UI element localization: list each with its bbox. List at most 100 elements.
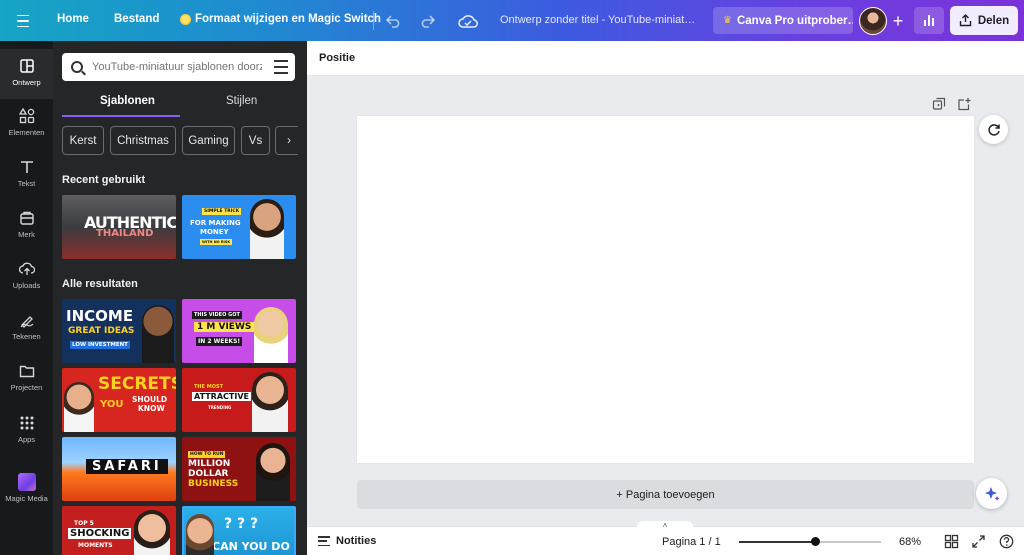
thumb-text: KNOW bbox=[138, 404, 165, 413]
person-photo bbox=[64, 382, 94, 432]
template-thumb-income[interactable]: INCOME GREAT IDEAS LOW INVESTMENT bbox=[62, 299, 176, 363]
thumb-text: HOW TO RUN bbox=[188, 451, 226, 458]
help-icon[interactable] bbox=[999, 534, 1014, 549]
search-input[interactable] bbox=[92, 61, 262, 73]
redo-icon[interactable] bbox=[416, 10, 438, 32]
grid-view-icon[interactable] bbox=[944, 534, 959, 549]
person-photo bbox=[256, 443, 290, 501]
rail-label: Apps bbox=[17, 435, 36, 444]
template-thumb-money[interactable]: SIMPLE TRICK FOR MAKING MONEY WITH NO RI… bbox=[182, 195, 296, 259]
add-page-icon[interactable] bbox=[957, 97, 971, 111]
upload-icon bbox=[18, 262, 35, 275]
thumb-text: FOR MAKING bbox=[190, 219, 241, 227]
rail-label: Merk bbox=[18, 230, 35, 239]
magic-sparkle-icon[interactable] bbox=[976, 478, 1007, 509]
rail-item-magic-media[interactable]: Magic Media bbox=[0, 465, 53, 511]
hamburger-menu-icon[interactable] bbox=[12, 10, 34, 32]
layout-icon bbox=[19, 59, 34, 73]
templates-panel: Sjablonen Stijlen Kerst Christmas Gaming… bbox=[53, 41, 307, 555]
zoom-slider[interactable] bbox=[739, 537, 881, 546]
page-indicator[interactable]: Pagina 1 / 1 bbox=[662, 536, 721, 548]
canva-pro-trial-button[interactable]: ♛ Canva Pro uitprober… bbox=[713, 7, 853, 34]
chip-kerst[interactable]: Kerst bbox=[62, 126, 104, 155]
rail-item-uploads[interactable]: Uploads bbox=[0, 252, 53, 302]
thumb-text: CAN YOU DO bbox=[212, 540, 290, 553]
thumb-text: SHOULD bbox=[132, 395, 168, 404]
rail-item-apps[interactable]: Apps bbox=[0, 406, 53, 456]
template-thumb-canyoudo[interactable]: ? ? ? CAN YOU DO bbox=[182, 506, 296, 555]
chip-gaming[interactable]: Gaming bbox=[182, 126, 235, 155]
template-thumb-views[interactable]: THIS VIDEO GOT 1 M VIEWS IN 2 WEEKS! bbox=[182, 299, 296, 363]
rail-item-elementen[interactable]: Elementen bbox=[0, 99, 53, 149]
refresh-icon[interactable] bbox=[979, 115, 1008, 144]
tab-stijlen[interactable]: Stijlen bbox=[226, 95, 257, 107]
thumb-text: INCOME bbox=[66, 307, 134, 325]
duplicate-page-icon[interactable] bbox=[932, 97, 946, 111]
thumb-text: WITH NO RISK bbox=[200, 239, 233, 245]
template-thumb-shocking[interactable]: TOP 5 SHOCKING MOMENTS bbox=[62, 506, 176, 555]
chip-christmas[interactable]: Christmas bbox=[110, 126, 176, 155]
fullscreen-icon[interactable] bbox=[971, 534, 986, 549]
suggestion-chips: Kerst Christmas Gaming Vs N › bbox=[62, 126, 298, 156]
thumb-text: SAFARI bbox=[86, 459, 168, 474]
template-thumb-safari[interactable]: SAFARI bbox=[62, 437, 176, 501]
thumb-text: LOW INVESTMENT bbox=[70, 341, 130, 349]
thumb-text: MONEY bbox=[200, 228, 229, 236]
position-button[interactable]: Positie bbox=[319, 52, 355, 64]
share-upload-icon bbox=[959, 14, 972, 27]
thumb-text: DOLLAR bbox=[188, 469, 229, 479]
undo-icon[interactable] bbox=[383, 10, 405, 32]
template-thumb-secrets[interactable]: SECRETS YOU SHOULD KNOW bbox=[62, 368, 176, 432]
home-link[interactable]: Home bbox=[57, 13, 89, 25]
template-thumb-million[interactable]: HOW TO RUN MILLION DOLLAR BUSINESS bbox=[182, 437, 296, 501]
chips-scroll-right-icon[interactable]: › bbox=[280, 133, 298, 149]
zoom-level[interactable]: 68% bbox=[899, 536, 921, 548]
magic-media-icon bbox=[17, 473, 36, 491]
thumb-text: MILLION bbox=[188, 459, 231, 469]
thumb-text: ? ? ? bbox=[224, 516, 259, 532]
shapes-icon bbox=[18, 108, 34, 124]
rail-item-ontwerp[interactable]: Ontwerp bbox=[0, 49, 53, 99]
rail-item-merk[interactable]: Merk bbox=[0, 201, 53, 251]
rail-label: Tekst bbox=[17, 179, 36, 188]
rail-item-tekst[interactable]: Tekst bbox=[0, 150, 53, 200]
notes-button[interactable]: Notities bbox=[318, 535, 376, 547]
design-page[interactable] bbox=[357, 116, 974, 463]
rail-item-tekenen[interactable]: Tekenen bbox=[0, 303, 53, 353]
thumb-text: SHOCKING bbox=[68, 528, 132, 539]
tab-sjablonen[interactable]: Sjablonen bbox=[100, 95, 155, 107]
filter-sliders-icon[interactable] bbox=[274, 60, 288, 74]
thumb-text: ATTRACTIVE bbox=[192, 392, 251, 401]
thumb-text: 1 M VIEWS bbox=[194, 322, 255, 332]
template-thumb-attractive[interactable]: THE MOST ATTRACTIVE TRENDING bbox=[182, 368, 296, 432]
star-icon bbox=[180, 13, 191, 25]
insights-chart-icon[interactable] bbox=[914, 7, 944, 34]
add-collaborator-icon[interactable]: + bbox=[887, 10, 909, 32]
panel-tabs: Sjablonen Stijlen bbox=[62, 93, 298, 117]
top-bar: Home Bestand Formaat wijzigen en Magic S… bbox=[0, 0, 1024, 41]
zoom-slider-fill bbox=[739, 541, 816, 543]
template-thumb-authentic[interactable]: AUTHENTIC THAILAND bbox=[62, 195, 176, 259]
thumb-text: MOMENTS bbox=[78, 542, 113, 549]
chip-vs[interactable]: Vs bbox=[241, 126, 270, 155]
avatar[interactable] bbox=[859, 7, 887, 35]
document-title[interactable]: Ontwerp zonder titel - YouTube-miniat… bbox=[500, 14, 696, 26]
file-menu[interactable]: Bestand bbox=[114, 13, 159, 25]
share-button[interactable]: Delen bbox=[950, 6, 1018, 35]
apps-icon bbox=[20, 416, 33, 430]
notes-label: Notities bbox=[336, 535, 377, 547]
thumb-text: YOU bbox=[100, 399, 124, 410]
rail-label: Tekenen bbox=[12, 332, 41, 341]
cloud-saved-icon[interactable] bbox=[457, 10, 479, 32]
zoom-slider-thumb[interactable] bbox=[811, 537, 821, 546]
text-icon bbox=[20, 161, 33, 173]
crown-icon: ♛ bbox=[723, 15, 732, 26]
add-page-button[interactable]: + Pagina toevoegen bbox=[357, 480, 974, 509]
thumb-text: TRENDING bbox=[208, 405, 232, 410]
thumb-text: IN 2 WEEKS! bbox=[196, 337, 243, 346]
person-photo bbox=[252, 372, 288, 432]
resize-magic-switch-button[interactable]: Formaat wijzigen en Magic Switch bbox=[180, 13, 381, 25]
rail-item-projecten[interactable]: Projecten bbox=[0, 354, 53, 404]
toolbar-divider bbox=[373, 11, 374, 30]
expand-pages-chevron-icon[interactable]: ˄ bbox=[637, 521, 693, 531]
